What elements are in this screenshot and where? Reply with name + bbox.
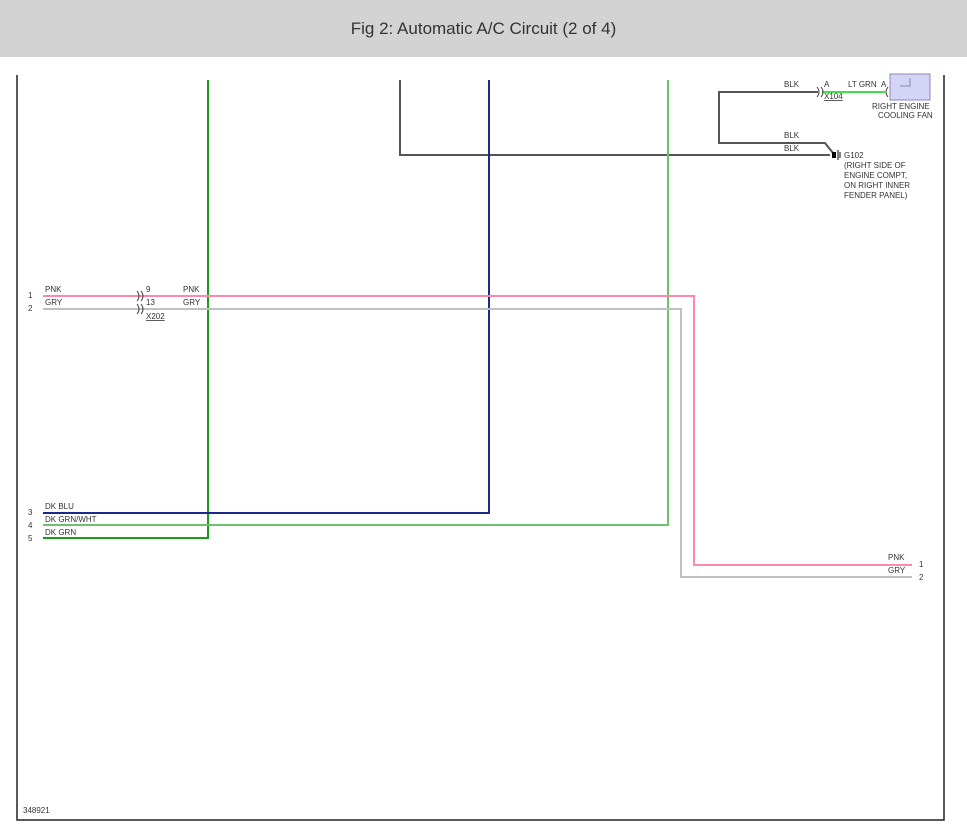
- wire-label: DK BLU: [45, 502, 74, 511]
- wire-label: PNK: [183, 285, 200, 294]
- wire-label: BLK: [784, 80, 800, 89]
- x104-label: X104: [824, 92, 843, 101]
- x104-pin: A: [824, 80, 830, 89]
- ground-location: ENGINE COMPT,: [844, 171, 907, 180]
- pin-num: 2: [919, 573, 924, 582]
- ground-location: (RIGHT SIDE OF: [844, 161, 906, 170]
- wire-label: PNK: [888, 553, 905, 562]
- frame: [16, 75, 945, 821]
- pin-num: 1: [28, 291, 33, 300]
- ground-location: ON RIGHT INNER: [844, 181, 910, 190]
- wire-gry: [43, 308, 912, 578]
- ground-location: FENDER PANEL): [844, 191, 908, 200]
- pin-num: 4: [28, 521, 33, 530]
- fan-label: RIGHT ENGINE: [872, 102, 930, 111]
- x202-label: X202: [146, 312, 165, 321]
- ground-name: G102: [844, 151, 864, 160]
- ground-symbol-g102: [832, 150, 841, 160]
- fan-pin: A: [881, 80, 887, 89]
- wire-label: BLK: [784, 131, 800, 140]
- wire-label: DK GRN/WHT: [45, 515, 97, 524]
- wire-label: BLK: [784, 144, 800, 153]
- fan-label: COOLING FAN: [878, 111, 933, 120]
- x202-pin: 9: [146, 285, 151, 294]
- wire-dk-grn-wht: [43, 80, 669, 526]
- wire-label: GRY: [888, 566, 906, 575]
- connector-x202: [136, 290, 144, 315]
- wiring-diagram: 1 PNK 2 GRY 3 DK BLU 4 DK GRN/WHT 5 DK G…: [16, 73, 945, 821]
- cooling-fan-box: [885, 73, 931, 101]
- pin-num: 5: [28, 534, 33, 543]
- wire-label: GRY: [183, 298, 201, 307]
- wire-label: PNK: [45, 285, 62, 294]
- wire-blk-loop: [718, 91, 834, 154]
- pin-num: 3: [28, 508, 33, 517]
- x202-pin: 13: [146, 298, 155, 307]
- diagram-id: 348921: [23, 806, 50, 815]
- wire-label: GRY: [45, 298, 63, 307]
- wire-label: LT GRN: [848, 80, 877, 89]
- pin-num: 2: [28, 304, 33, 313]
- pin-num: 1: [919, 560, 924, 569]
- wire-label: DK GRN: [45, 528, 76, 537]
